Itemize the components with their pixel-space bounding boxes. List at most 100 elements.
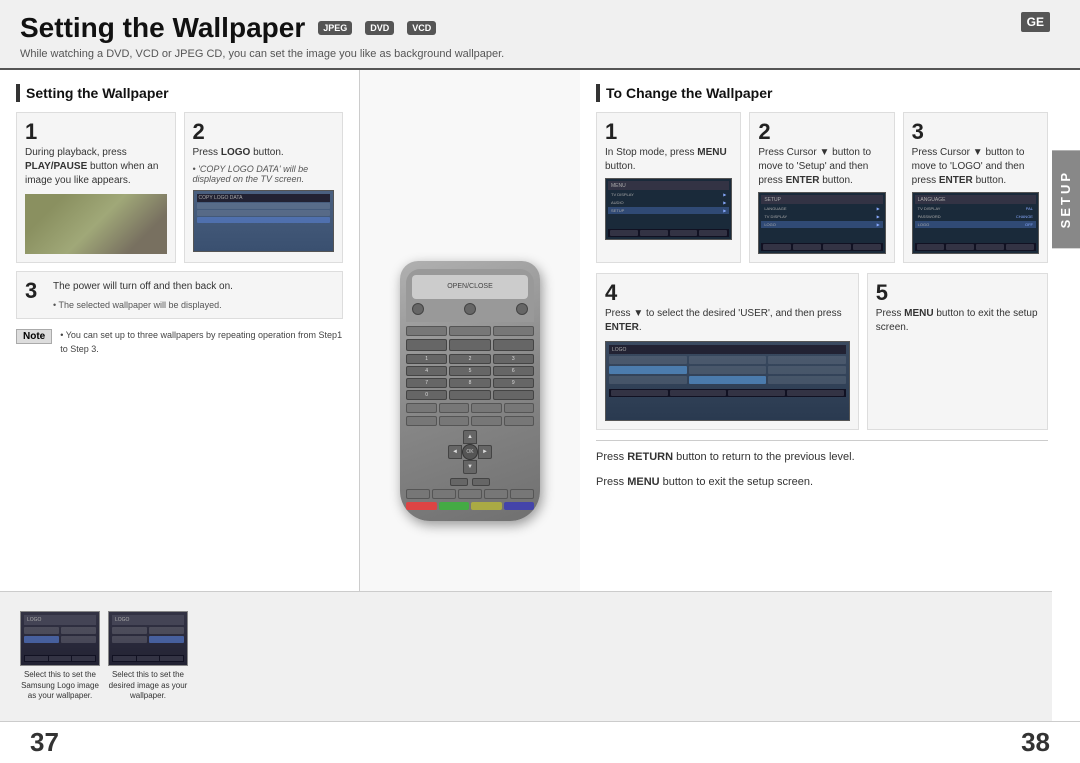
remote-btn-12[interactable] [406,489,430,499]
right-step-4: 4 Press ▼ to select the desired 'USER', … [596,273,859,430]
sbb-11 [976,244,1004,250]
step4-cell-4 [689,366,767,374]
remote-num-8[interactable]: 8 [449,378,490,388]
jpeg-badge: JPEG [318,21,352,35]
img2-bottom [112,655,184,662]
step-2-text: Press LOGO button. [193,146,335,160]
step2-value-2: ▶ [877,214,880,219]
dpad-left-button[interactable]: ◄ [448,445,462,459]
remote-num-y[interactable] [493,390,534,400]
step4-cell-2 [689,356,767,364]
img1-cell-1 [24,627,59,634]
step2-row-1: LANGUAGE ▶ [761,205,882,212]
remote-btn-11[interactable] [504,416,535,426]
note-label: Note [16,329,52,344]
remote-btn-6[interactable] [471,403,502,413]
dpad-up-button[interactable]: ▲ [463,430,477,444]
remote-num-7[interactable]: 7 [406,378,447,388]
step3-value-1: PAL [1026,206,1033,211]
remote-return-btn[interactable] [450,478,468,486]
remote-btn-big-1[interactable] [406,339,447,351]
remote-btn-7[interactable] [504,403,535,413]
remote-btn-round-1[interactable] [412,303,424,315]
remote-btn-5[interactable] [439,403,470,413]
dpad-right-button[interactable]: ► [478,445,492,459]
dpad-down-button[interactable]: ▼ [463,460,477,474]
dvd-badge: DVD [365,21,394,35]
remote-num-6[interactable]: 6 [493,366,534,376]
right-step-5-text: Press MENU button to exit the setup scre… [876,307,1039,335]
remote-btn-16[interactable] [510,489,534,499]
enter-button[interactable]: OK [462,444,478,460]
remote-num-x[interactable] [449,390,490,400]
remote-row-1 [406,326,534,336]
right-step-3: 3 Press Cursor ▼ button to move to 'LOGO… [903,112,1048,263]
remote-btn-13[interactable] [432,489,456,499]
step2-label-1: LANGUAGE [764,206,876,211]
remote-color-yellow[interactable] [471,502,502,510]
bottom-area: LOGO [0,591,1052,721]
sbb-9 [917,244,945,250]
step3-bottom-bar [915,243,1036,251]
remote-btn-15[interactable] [484,489,508,499]
img1-bottom [24,655,96,662]
remote-btn-10[interactable] [471,416,502,426]
img2-bb-3 [160,656,183,661]
step-3-box: 3 The power will turn off and then back … [16,271,343,319]
remote-btn-big-3[interactable] [493,339,534,351]
remote-btn-round-3[interactable] [516,303,528,315]
remote-color-blue[interactable] [504,502,535,510]
remote-num-2[interactable]: 2 [449,354,490,364]
remote-menu-btn[interactable] [472,478,490,486]
remote-color-green[interactable] [439,502,470,510]
menu-row-label-2: AUDIO [611,200,723,205]
remote-num-5[interactable]: 5 [449,366,490,376]
step3-title-bar: LANGUAGE [915,195,1036,204]
remote-btn-14[interactable] [458,489,482,499]
step4-cell-3 [768,356,846,364]
right-step-1: 1 In Stop mode, press MENU button. MENU … [596,112,741,263]
remote-color-red[interactable] [406,502,437,510]
menu-title-bar: MENU [608,181,729,190]
remote-num-3[interactable]: 3 [493,354,534,364]
page-title: Setting the Wallpaper [20,12,305,44]
remote-num-1[interactable]: 1 [406,354,447,364]
remote-num-4[interactable]: 4 [406,366,447,376]
remote-num-0[interactable]: 0 [406,390,447,400]
baby-photo [25,194,167,254]
remote-btn-1[interactable] [406,326,447,336]
remote-btn-9[interactable] [439,416,470,426]
sbb-1 [610,230,638,236]
step4-bb-3 [728,390,785,396]
bottom-img-1: LOGO [20,611,100,666]
screen-top-bar: COPY LOGO DATA [197,194,331,202]
sbb-5 [763,244,791,250]
img1-cell-sel [24,636,59,643]
bottom-img-item-2: LOGO [108,611,188,701]
right-step-3-text: Press Cursor ▼ button to move to 'LOGO' … [912,146,1039,188]
remote-btn-8[interactable] [406,416,437,426]
remote-btn-2[interactable] [449,326,490,336]
step4-row-1 [609,356,846,364]
img1-bb-2 [49,656,72,661]
step2-label-2: TV DISPLAY [764,214,876,219]
step-2-note: • 'COPY LOGO DATA' will be displayed on … [193,164,335,184]
remote-btn-round-2[interactable] [464,303,476,315]
remote-btn-4[interactable] [406,403,437,413]
step3-row-1: TV DISPLAY PAL [915,205,1036,212]
remote-btn-big-2[interactable] [449,339,490,351]
img2-cell-3 [112,636,147,643]
sbb-3 [670,230,698,236]
ge-badge: GE [1021,12,1050,32]
step4-bb-4 [787,390,844,396]
remote-num-9[interactable]: 9 [493,378,534,388]
dpad-area: ▲ ▼ ◄ ► OK [406,430,534,474]
sbb-2 [640,230,668,236]
step4-cell-sel-2 [689,376,767,384]
remote-row-5 [406,489,534,499]
step4-cell-7 [768,376,846,384]
step2-label-active: LOGO [764,222,876,227]
step4-cell-5 [768,366,846,374]
remote-row-3 [406,403,534,413]
remote-btn-3[interactable] [493,326,534,336]
